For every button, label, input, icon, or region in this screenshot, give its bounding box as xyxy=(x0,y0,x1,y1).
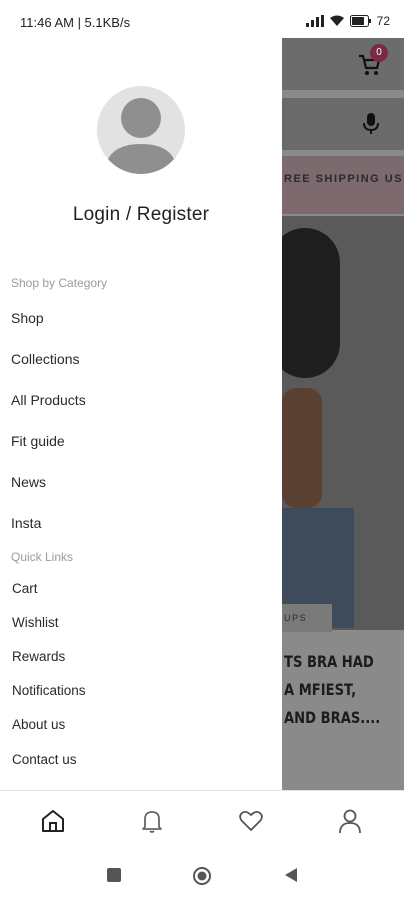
bell-icon[interactable] xyxy=(132,801,172,841)
menu-item-all-products[interactable]: All Products xyxy=(11,392,86,408)
blog-title[interactable]: TS BRA HAD A MFIEST, AND BRAS.... xyxy=(284,648,382,732)
login-register-link[interactable]: Login / Register xyxy=(0,204,282,226)
menu-item-insta[interactable]: Insta xyxy=(11,515,41,531)
battery-percent: 72 xyxy=(376,14,390,28)
avatar-icon[interactable] xyxy=(97,86,185,174)
shop-by-category-heading: Shop by Category xyxy=(11,276,108,290)
home-icon[interactable] xyxy=(33,801,73,841)
system-navigation-bar xyxy=(0,851,404,900)
battery-icon xyxy=(349,15,372,27)
status-icons: 72 xyxy=(305,14,390,28)
quick-link-rewards[interactable]: Rewards xyxy=(12,649,65,664)
recents-button-icon[interactable] xyxy=(106,867,122,888)
quick-link-cart[interactable]: Cart xyxy=(12,581,38,596)
quick-link-about-us[interactable]: About us xyxy=(12,717,65,732)
quick-link-wishlist[interactable]: Wishlist xyxy=(12,615,59,630)
microphone-icon[interactable] xyxy=(362,113,380,140)
cart-count-badge: 0 xyxy=(370,44,388,62)
hero-figure-body xyxy=(282,388,322,508)
bottom-navigation xyxy=(0,791,404,851)
status-time: 11:46 AM | 5.1KB/s xyxy=(20,15,131,30)
menu-item-collections[interactable]: Collections xyxy=(11,351,79,367)
menu-item-fit-guide[interactable]: Fit guide xyxy=(11,433,65,449)
user-icon[interactable] xyxy=(330,801,370,841)
promo-text: REE SHIPPING US xyxy=(284,173,404,185)
menu-item-news[interactable]: News xyxy=(11,474,46,490)
menu-item-shop[interactable]: Shop xyxy=(11,310,44,326)
blog-tag: UPS xyxy=(282,604,332,632)
heart-icon[interactable] xyxy=(231,801,271,841)
status-bar: 11:46 AM | 5.1KB/s 72 xyxy=(0,0,404,38)
quick-link-notifications[interactable]: Notifications xyxy=(12,683,86,698)
wifi-icon xyxy=(329,15,345,27)
back-button-icon[interactable] xyxy=(283,867,299,888)
navigation-drawer: Login / Register Shop by Category Shop C… xyxy=(0,38,282,790)
home-button-icon[interactable] xyxy=(192,866,212,891)
signal-icon xyxy=(305,15,324,27)
quick-links-heading: Quick Links xyxy=(11,550,74,564)
quick-link-contact-us[interactable]: Contact us xyxy=(12,752,77,767)
